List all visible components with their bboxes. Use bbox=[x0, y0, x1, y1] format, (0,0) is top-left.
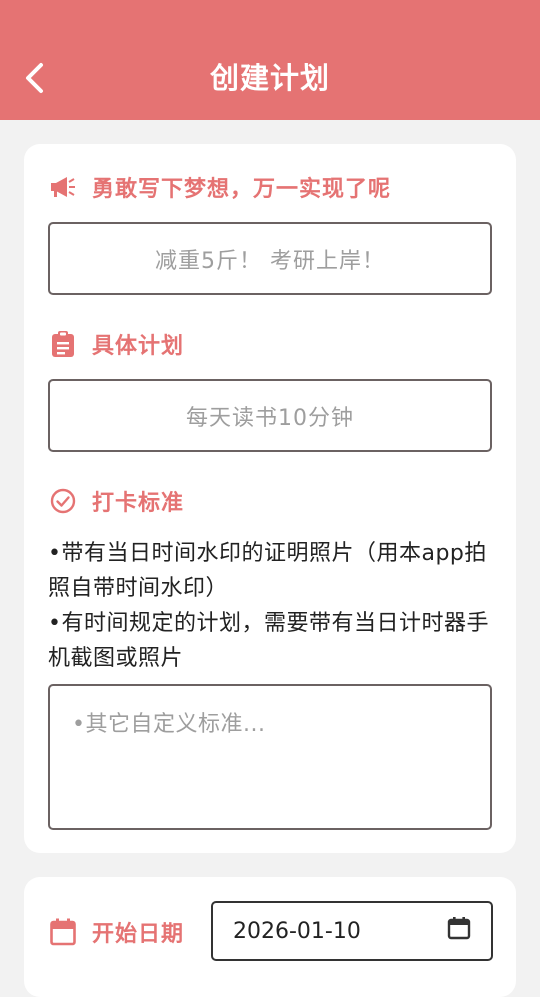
checkin-rules: •带有当日时间水印的证明照片（用本app拍照自带时间水印） •有时间规定的计划，… bbox=[48, 536, 498, 676]
plan-input-placeholder: 每天读书10分钟 bbox=[186, 405, 354, 431]
start-date-picker[interactable]: 2026-01-10 bbox=[211, 901, 493, 961]
checkin-label: 打卡标准 bbox=[92, 491, 185, 516]
plan-input[interactable]: 每天读书10分钟 bbox=[48, 379, 492, 452]
plan-label: 具体计划 bbox=[92, 334, 185, 359]
megaphone-icon bbox=[50, 174, 76, 200]
plan-section-header: 具体计划 bbox=[50, 327, 184, 361]
custom-criteria-input[interactable]: •其它自定义标准... bbox=[48, 684, 492, 830]
plan-form-card: 勇敢写下梦想，万一实现了呢 减重5斤！ 考研上岸！ 具体计划 每天读书10分钟 bbox=[24, 144, 516, 853]
clipboard-icon bbox=[50, 330, 76, 357]
app-header: 创建计划 bbox=[0, 0, 540, 120]
custom-criteria-placeholder: •其它自定义标准... bbox=[72, 712, 266, 737]
checkin-rule-2: •有时间规定的计划，需要带有当日计时器手机截图或照片 bbox=[48, 611, 489, 671]
start-date-value: 2026-01-10 bbox=[233, 918, 361, 944]
dream-label: 勇敢写下梦想，万一实现了呢 bbox=[92, 177, 392, 202]
dream-input[interactable]: 减重5斤！ 考研上岸！ bbox=[48, 222, 492, 295]
checkin-rule-1: •带有当日时间水印的证明照片（用本app拍照自带时间水印） bbox=[48, 541, 487, 601]
check-circle-icon bbox=[50, 488, 76, 514]
page-title: 创建计划 bbox=[209, 61, 330, 95]
calendar-icon bbox=[50, 918, 76, 946]
calendar-icon bbox=[447, 916, 471, 946]
dream-input-placeholder: 减重5斤！ 考研上岸！ bbox=[155, 248, 385, 274]
checkin-section-header: 打卡标准 bbox=[50, 484, 184, 518]
dream-section-header: 勇敢写下梦想，万一实现了呢 bbox=[50, 170, 391, 204]
start-date-label: 开始日期 bbox=[92, 922, 185, 947]
start-date-section-header: 开始日期 bbox=[50, 915, 184, 949]
start-date-card: 开始日期 2026-01-10 bbox=[24, 877, 516, 997]
